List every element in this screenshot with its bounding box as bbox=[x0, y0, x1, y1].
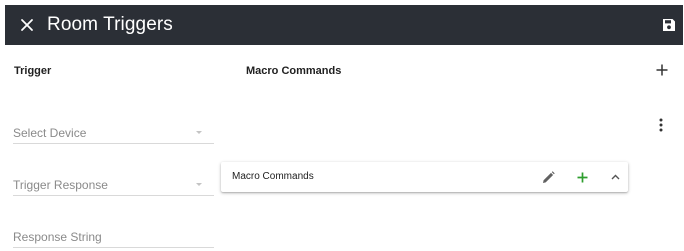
response-string-label: Response String bbox=[13, 230, 102, 244]
save-button[interactable] bbox=[657, 13, 681, 37]
trigger-response-dropdown[interactable]: Trigger Response bbox=[13, 171, 214, 196]
plus-icon bbox=[577, 172, 587, 182]
plus-icon bbox=[656, 64, 668, 76]
macro-commands-column-header: Macro Commands bbox=[246, 65, 342, 77]
trigger-response-label: Trigger Response bbox=[13, 178, 108, 192]
select-device-label: Select Device bbox=[13, 126, 87, 140]
room-triggers-dialog: Room Triggers Trigger Macro Commands Sel… bbox=[5, 5, 683, 251]
dropdown-arrow-icon bbox=[196, 183, 202, 186]
select-device-dropdown[interactable]: Select Device bbox=[13, 119, 214, 144]
page-title: Room Triggers bbox=[47, 14, 173, 35]
more-options-button[interactable] bbox=[651, 114, 671, 136]
dropdown-arrow-icon bbox=[196, 131, 202, 134]
add-trigger-button[interactable] bbox=[651, 59, 673, 81]
top-app-bar: Room Triggers bbox=[5, 5, 683, 45]
chevron-up-icon bbox=[611, 174, 619, 180]
save-icon bbox=[663, 19, 675, 31]
more-vertical-icon bbox=[659, 118, 663, 132]
pencil-icon bbox=[542, 170, 555, 183]
macro-commands-panel-title: Macro Commands bbox=[232, 171, 314, 182]
close-icon bbox=[21, 19, 33, 31]
add-macro-command-button[interactable] bbox=[573, 168, 591, 186]
trigger-column-header: Trigger bbox=[14, 65, 52, 77]
edit-macro-button[interactable] bbox=[539, 168, 557, 186]
collapse-panel-button[interactable] bbox=[607, 169, 623, 185]
macro-commands-panel: Macro Commands bbox=[221, 162, 628, 192]
response-string-input[interactable]: Response String bbox=[13, 223, 214, 248]
close-button[interactable] bbox=[13, 11, 41, 39]
